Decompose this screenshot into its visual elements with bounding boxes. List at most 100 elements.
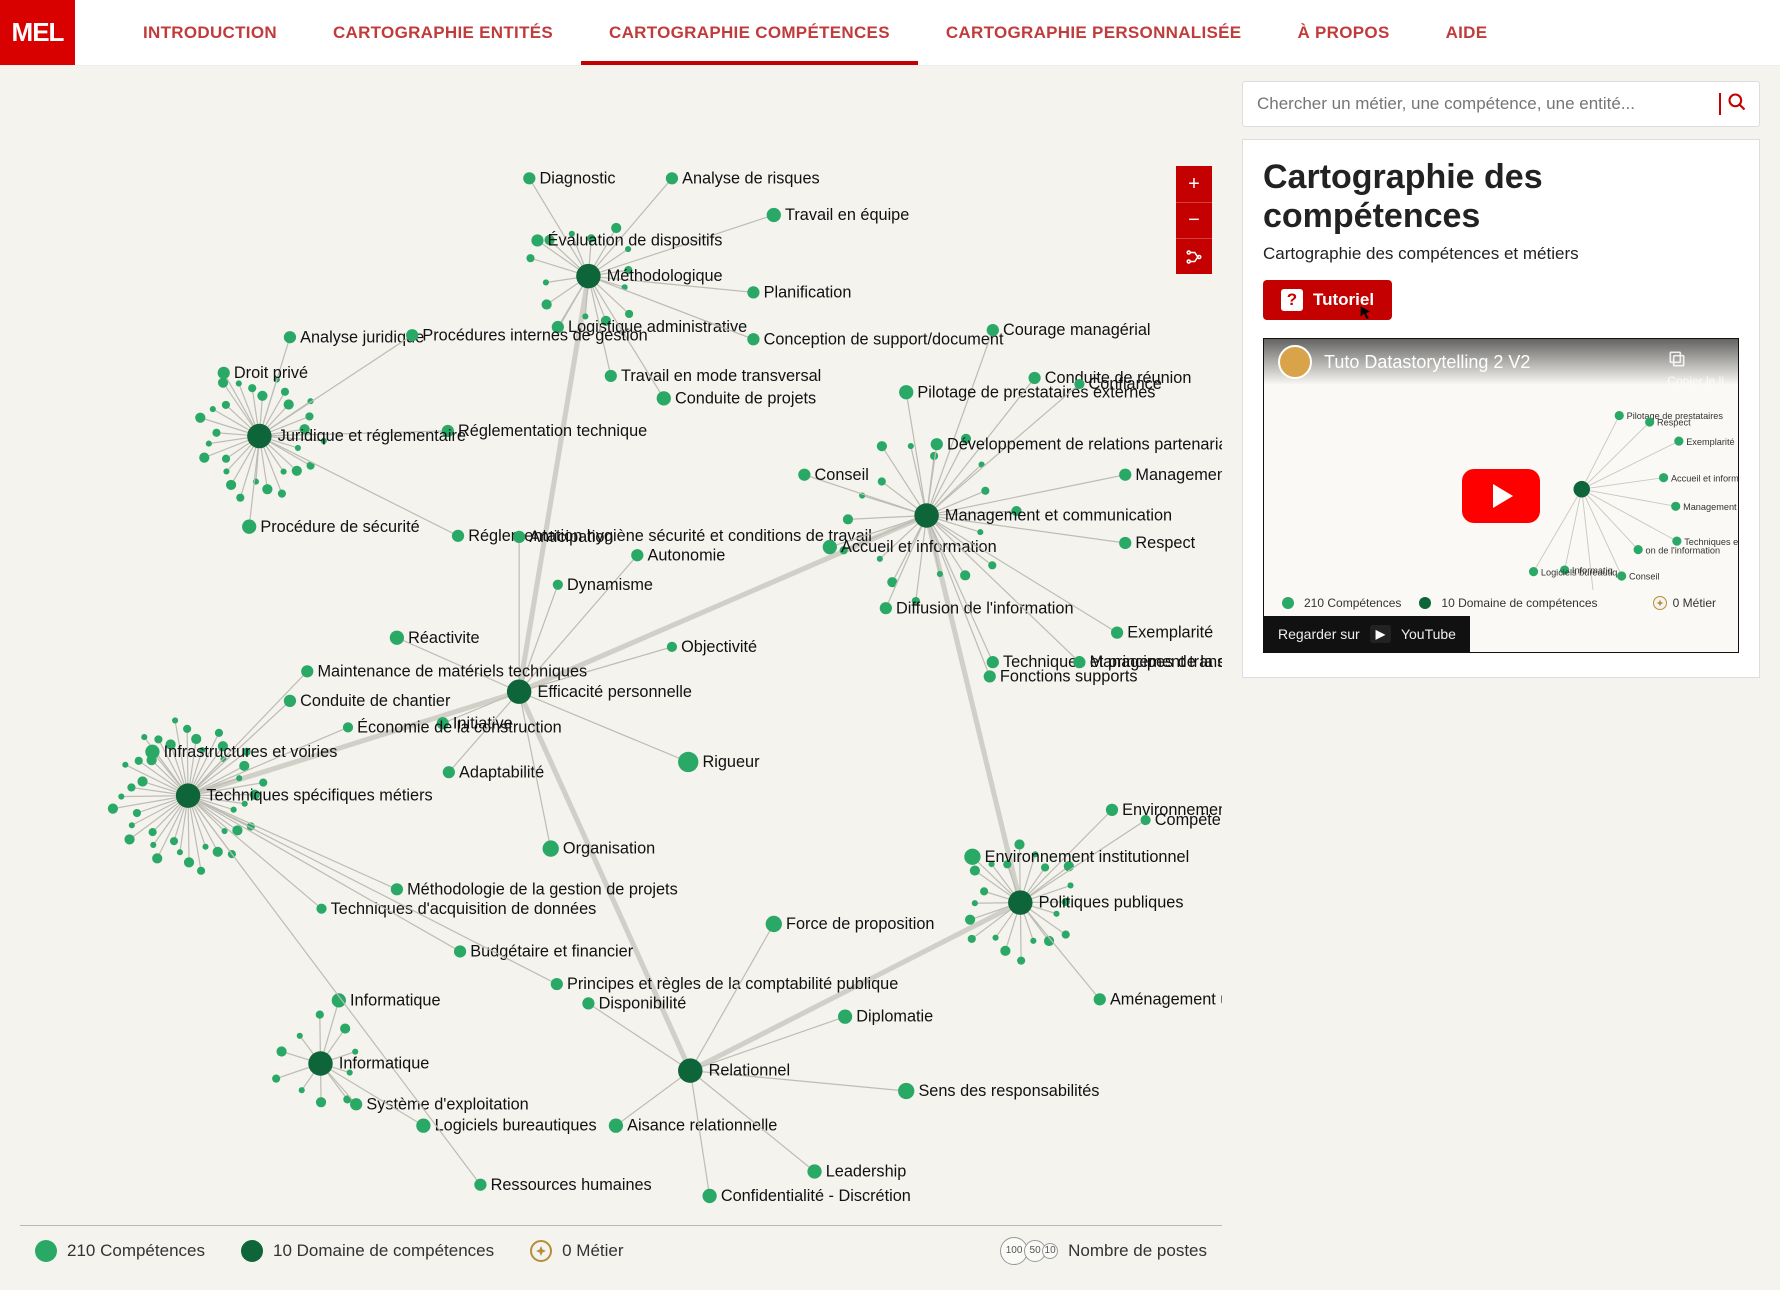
nav-item[interactable]: CARTOGRAPHIE COMPÉTENCES xyxy=(581,0,918,65)
svg-text:Management et communication: Management et communication xyxy=(945,507,1172,525)
svg-text:Développement de relations par: Développement de relations partenariales xyxy=(947,435,1222,453)
video-title: Tuto Datastorytelling 2 V2 xyxy=(1324,352,1530,373)
search-icon[interactable] xyxy=(1727,92,1759,117)
nav-item[interactable]: À PROPOS xyxy=(1269,0,1417,65)
svg-text:Confidentialité - Discrétion: Confidentialité - Discrétion xyxy=(721,1187,911,1205)
copy-link-icon[interactable]: Copier le li xyxy=(1667,349,1724,388)
video-title-bar: Tuto Datastorytelling 2 V2 Copier le li xyxy=(1264,339,1738,385)
play-button[interactable] xyxy=(1462,469,1540,523)
svg-text:Droit privé: Droit privé xyxy=(234,364,308,382)
svg-text:Force de proposition: Force de proposition xyxy=(786,915,934,933)
page-title: Cartographie des compétences xyxy=(1263,158,1739,236)
svg-text:Leadership: Leadership xyxy=(826,1163,907,1181)
help-icon: ? xyxy=(1281,289,1303,311)
svg-text:Réactivite: Réactivite xyxy=(408,629,480,647)
svg-text:Conseil: Conseil xyxy=(1629,572,1660,582)
svg-text:Méthodologique: Méthodologique xyxy=(607,267,723,285)
tutorial-button[interactable]: ? Tutoriel xyxy=(1263,280,1392,320)
info-card: Cartographie des compétences Cartographi… xyxy=(1242,139,1760,678)
cursor-icon xyxy=(1358,305,1374,324)
svg-text:Infrastructures et voiries: Infrastructures et voiries xyxy=(164,743,338,761)
svg-text:Environnement institutionnel: Environnement institutionnel xyxy=(985,848,1190,866)
svg-text:Juridique et réglementaire: Juridique et réglementaire xyxy=(278,427,466,445)
search-bar[interactable] xyxy=(1242,81,1760,127)
search-input[interactable] xyxy=(1243,82,1719,126)
svg-text:Diagnostic: Diagnostic xyxy=(540,169,616,187)
svg-text:Rigueur: Rigueur xyxy=(702,753,760,771)
zoom-in-button[interactable]: + xyxy=(1176,166,1212,202)
svg-text:Fonctions supports: Fonctions supports xyxy=(1000,668,1138,686)
svg-text:Anticipation: Anticipation xyxy=(529,528,613,546)
svg-text:Informatique: Informatique xyxy=(339,1055,430,1073)
svg-text:Objectivité: Objectivité xyxy=(681,638,757,656)
main-area: DiagnosticAnalyse de risquesTravail en é… xyxy=(0,66,1780,1290)
svg-text:Disponibilité: Disponibilité xyxy=(599,995,687,1013)
channel-avatar[interactable] xyxy=(1278,345,1312,379)
scale-label: Nombre de postes xyxy=(1068,1241,1207,1261)
zoom-controls: + − xyxy=(1176,166,1212,274)
svg-text:Budgétaire et financier: Budgétaire et financier xyxy=(470,943,633,961)
svg-text:Réglementation technique: Réglementation technique xyxy=(458,422,647,440)
svg-text:Compétenc: Compétenc xyxy=(1155,811,1222,829)
svg-text:Conseil: Conseil xyxy=(815,466,869,484)
svg-text:on de l'information: on de l'information xyxy=(1646,545,1721,555)
svg-text:Aisance relationnelle: Aisance relationnelle xyxy=(627,1117,777,1135)
svg-text:Aménagement urbain et dével: Aménagement urbain et dével xyxy=(1110,990,1222,1008)
svg-text:Management et communication: Management et communication xyxy=(1683,502,1738,512)
svg-text:Conduite de projets: Conduite de projets xyxy=(675,389,816,407)
legend-domain-dot xyxy=(241,1240,263,1262)
tutorial-video[interactable]: Pilotage de prestatairesRespectExemplari… xyxy=(1263,338,1739,653)
svg-text:Procédures internes de gestion: Procédures internes de gestion xyxy=(422,326,647,344)
svg-text:Adaptabilité: Adaptabilité xyxy=(459,763,544,781)
graph-layout-button[interactable] xyxy=(1176,238,1212,274)
svg-text:Courage managérial: Courage managérial xyxy=(1003,321,1151,339)
svg-text:Relationnel: Relationnel xyxy=(709,1062,790,1080)
legend-competence-label: 210 Compétences xyxy=(67,1241,205,1261)
legend-metier-ring xyxy=(530,1240,552,1262)
svg-text:Exemplarité: Exemplarité xyxy=(1686,437,1734,447)
svg-text:Conduite de chantier: Conduite de chantier xyxy=(300,692,451,710)
legend-metier-label: 0 Métier xyxy=(562,1241,623,1261)
svg-text:Accueil et information: Accueil et information xyxy=(841,538,997,556)
svg-text:Exemplarité: Exemplarité xyxy=(1127,624,1213,642)
network-graph[interactable]: DiagnosticAnalyse de risquesTravail en é… xyxy=(20,81,1222,1225)
svg-text:Économie de la construction: Économie de la construction xyxy=(357,717,562,736)
scale-circle-10: 10 xyxy=(1042,1243,1058,1259)
main-nav: INTRODUCTIONCARTOGRAPHIE ENTITÉSCARTOGRA… xyxy=(75,0,1780,65)
svg-text:Principes et règles de la comp: Principes et règles de la comptabilité p… xyxy=(567,975,898,993)
watch-on-label: Regarder sur xyxy=(1278,626,1360,642)
zoom-out-button[interactable]: − xyxy=(1176,202,1212,238)
logo[interactable]: MEL xyxy=(0,0,75,65)
svg-text:Analyse de risques: Analyse de risques xyxy=(682,169,820,187)
svg-text:Respect: Respect xyxy=(1135,534,1195,552)
svg-text:Management interm: Management interm xyxy=(1135,466,1222,484)
video-mini-legend: 210 Compétences 10 Domaine de compétence… xyxy=(1282,596,1598,610)
nav-item[interactable]: AIDE xyxy=(1418,0,1516,65)
video-footer[interactable]: Regarder sur ▶ YouTube xyxy=(1264,616,1470,652)
svg-text:Procédure de sécurité: Procédure de sécurité xyxy=(260,518,419,536)
svg-text:Confiance: Confiance xyxy=(1089,375,1162,393)
svg-text:Conception de support/document: Conception de support/document xyxy=(764,330,1004,348)
nav-item[interactable]: CARTOGRAPHIE PERSONNALISÉE xyxy=(918,0,1270,65)
nav-item[interactable]: CARTOGRAPHIE ENTITÉS xyxy=(305,0,581,65)
legend-domain-label: 10 Domaine de compétences xyxy=(273,1241,494,1261)
nav-item[interactable]: INTRODUCTION xyxy=(115,0,305,65)
svg-text:Logiciels bureautiques: Logiciels bureautiques xyxy=(435,1117,597,1135)
svg-text:Évaluation de dispositifs: Évaluation de dispositifs xyxy=(548,231,723,250)
svg-text:Analyse juridique: Analyse juridique xyxy=(300,328,424,346)
page-subtitle: Cartographie des compétences et métiers xyxy=(1263,244,1739,264)
svg-text:Autonomie: Autonomie xyxy=(647,546,725,564)
svg-text:Efficacité personnelle: Efficacité personnelle xyxy=(537,683,691,701)
app-header: MEL INTRODUCTIONCARTOGRAPHIE ENTITÉSCART… xyxy=(0,0,1780,66)
svg-text:Maintenance de matériels techn: Maintenance de matériels techniques xyxy=(317,662,587,680)
graph-legend: 210 Compétences 10 Domaine de compétence… xyxy=(20,1225,1222,1275)
svg-text:Techniques d'acquisition de do: Techniques d'acquisition de données xyxy=(331,900,597,918)
svg-text:Planification: Planification xyxy=(764,283,852,301)
compass-icon xyxy=(535,1245,547,1257)
graph-panel: DiagnosticAnalyse de risquesTravail en é… xyxy=(20,81,1222,1275)
svg-text:Techniques spécifiques métiers: Techniques spécifiques métiers xyxy=(206,787,432,805)
svg-text:Dynamisme: Dynamisme xyxy=(567,576,653,594)
youtube-icon: ▶ xyxy=(1370,625,1391,643)
svg-text:Accueil et information: Accueil et information xyxy=(1671,473,1738,483)
svg-text:Sens des responsabilités: Sens des responsabilités xyxy=(918,1082,1099,1100)
